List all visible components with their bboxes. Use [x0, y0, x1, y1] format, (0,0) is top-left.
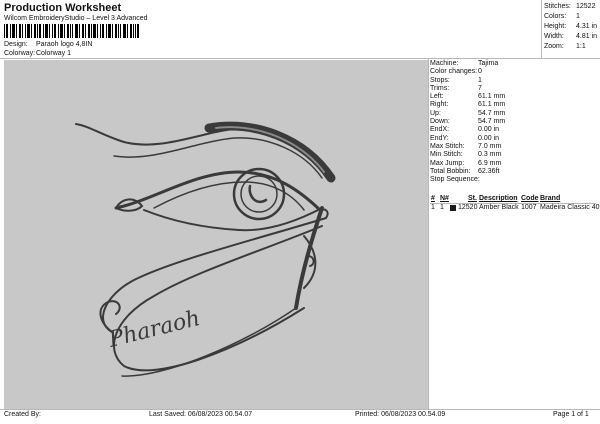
stop-sequence-title: Stop Sequence:	[430, 176, 480, 184]
stat-height: Height: 4.31 in	[544, 23, 598, 30]
footer-created-by: Created By:	[4, 411, 41, 418]
detail-left: Left: 61.1 mm	[430, 93, 506, 101]
colorway-label: Colorway:	[4, 50, 36, 57]
page-title: Production Worksheet	[4, 2, 122, 14]
software-subtitle: Wilcom EmbroideryStudio – Level 3 Advanc…	[4, 15, 148, 22]
eye-of-horus-design: Pharaoh	[75, 121, 336, 377]
divider	[0, 58, 600, 59]
stats-panel: Stitches: 12522 Colors: 1 Height: 4.31 in W…	[544, 2, 597, 52]
colorway-row: Colorway:Colorway 1	[4, 50, 71, 57]
footer-last-saved: Last Saved: 06/08/2023 00.54.07	[149, 411, 253, 418]
detail-machine: Machine: Tajima	[430, 60, 499, 67]
detail-total-bobbin: Total Bobbin: 62.36ft	[430, 167, 500, 175]
detail-color-changes: Color changes:0	[430, 68, 482, 76]
stat-stitches: Stitches: 12522	[544, 3, 596, 10]
design-script-text: Pharaoh	[105, 306, 202, 353]
stat-colors: Colors: 1	[544, 13, 580, 20]
machine-details: Machine: Tajima Color changes:0 Stops: 1 T…	[430, 60, 505, 184]
thread-color-swatch	[450, 205, 456, 211]
design-preview: Pharaoh	[4, 60, 428, 409]
col-brand: Brand	[540, 195, 561, 202]
stat-width: Width: 4.81 in	[544, 33, 598, 40]
detail-right: Right: 61.1 mm	[430, 101, 506, 109]
detail-max-jump: Max Jump: 6.9 mm	[430, 159, 502, 167]
design-name-row: Design: Paraoh logo 4,8IN	[4, 41, 92, 48]
stat-zoom: Zoom: 1:1	[544, 43, 586, 50]
detail-trims: Trims: 7	[430, 84, 482, 92]
detail-endy: EndY: 0.00 in	[430, 134, 500, 142]
footer-page: Page 1 of 1	[553, 411, 589, 418]
detail-max-stitch: Max Stitch: 7.0 mm	[430, 142, 502, 150]
detail-down: Down: 54.7 mm	[430, 118, 506, 126]
design-value: Paraoh logo 4,8IN	[36, 41, 93, 48]
col-stitches: St.	[468, 195, 477, 202]
divider	[428, 58, 429, 409]
colorway-value: Colorway 1	[36, 50, 72, 57]
design-label: Design:	[4, 41, 28, 48]
detail-stops: Stops: 1	[430, 76, 482, 84]
detail-endx: EndX: 0.00 in	[430, 126, 500, 134]
divider	[541, 0, 542, 58]
col-description: Description	[479, 195, 518, 202]
divider	[0, 409, 600, 410]
footer-printed: Printed: 06/08/2023 00.54.09	[355, 411, 446, 418]
col-code: Code	[521, 195, 539, 202]
detail-up: Up: 54.7 mm	[430, 109, 506, 117]
barcode-image	[4, 24, 139, 38]
detail-min-stitch: Min Stitch: 0.3 mm	[430, 151, 502, 159]
production-worksheet: Production Worksheet Wilcom EmbroiderySt…	[0, 0, 600, 424]
col-num: #	[431, 195, 435, 202]
col-needle: N#	[440, 195, 449, 202]
